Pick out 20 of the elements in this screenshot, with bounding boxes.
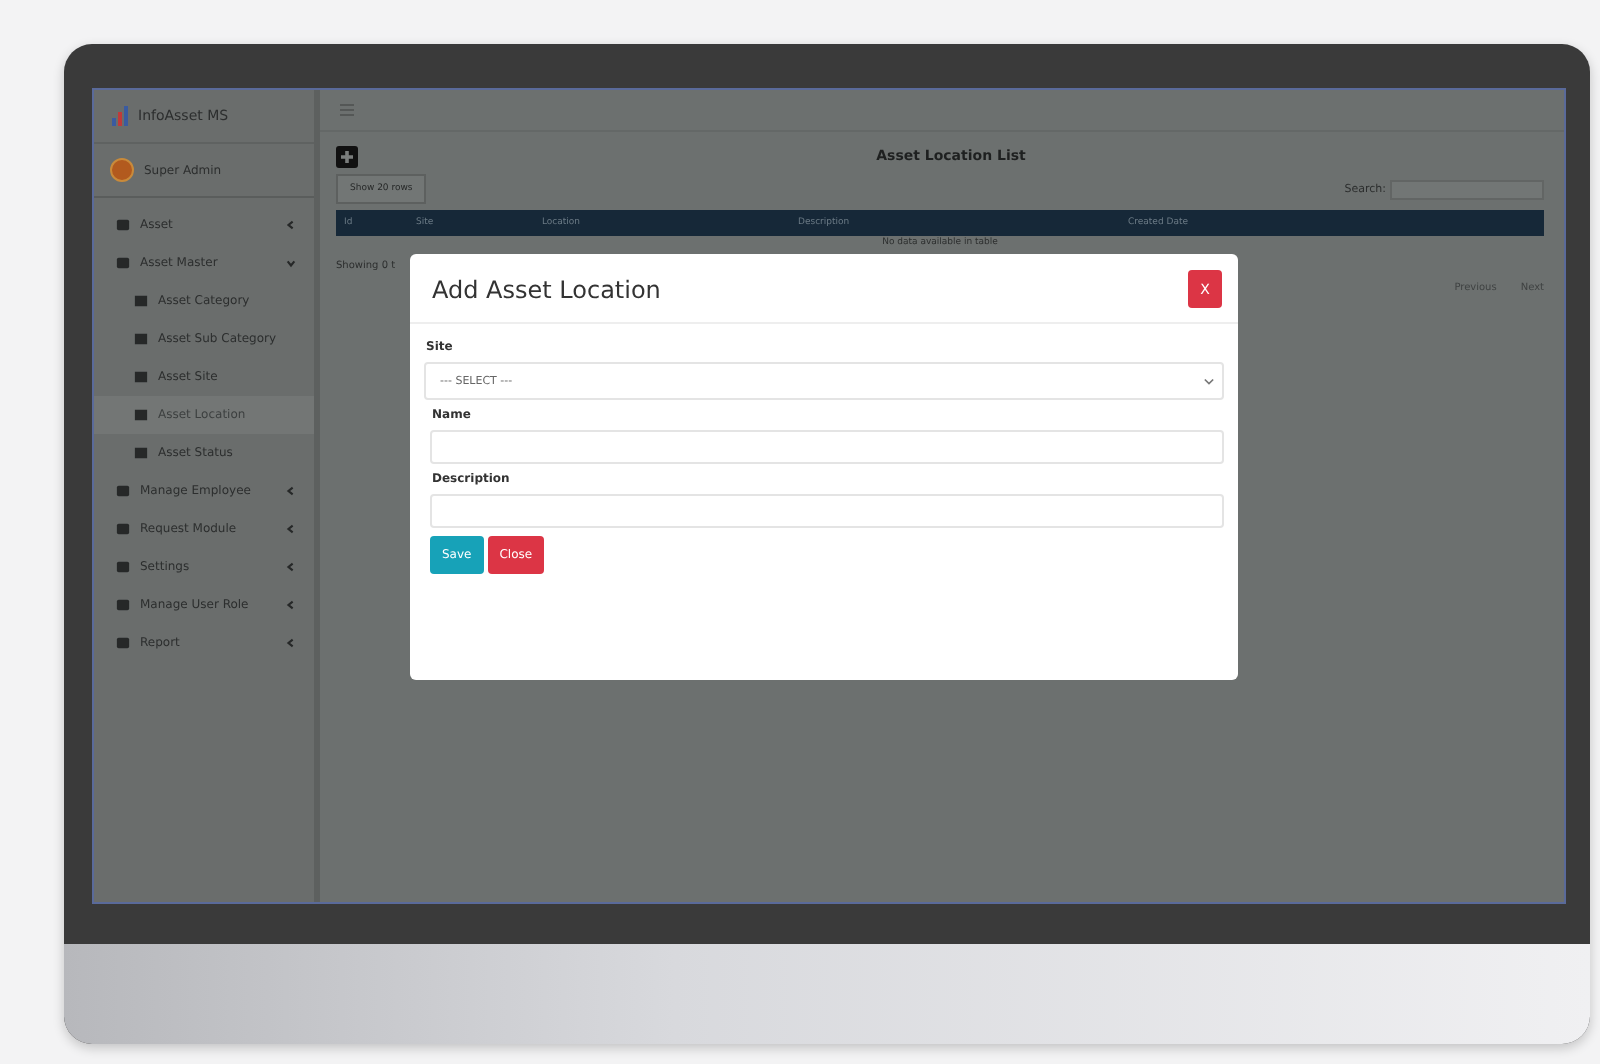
chevron-icon (286, 258, 296, 268)
card-icon (134, 294, 148, 308)
card-icon (134, 332, 148, 346)
chevron-icon (286, 600, 296, 610)
modal-title: Add Asset Location (432, 275, 661, 303)
chevron-icon (286, 220, 296, 230)
avatar (110, 158, 134, 182)
menu-icon[interactable] (340, 104, 354, 116)
card-icon (134, 370, 148, 384)
chevron-icon (286, 486, 296, 496)
caret-icon (1204, 377, 1214, 385)
chevron-icon (286, 638, 296, 648)
bar-chart-logo-icon (110, 106, 130, 126)
text-input-field[interactable] (430, 494, 1224, 528)
chevron-icon (286, 524, 296, 534)
chevron-icon (286, 562, 296, 572)
text-input-field[interactable] (430, 430, 1224, 464)
add-icon[interactable] (336, 145, 358, 167)
card-icon (134, 446, 148, 460)
card-icon (134, 408, 148, 422)
